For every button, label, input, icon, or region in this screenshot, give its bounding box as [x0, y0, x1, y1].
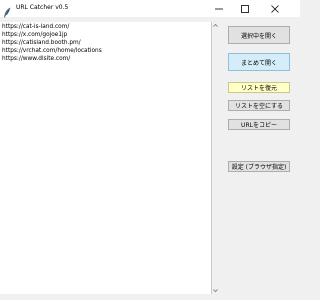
- open-all-button[interactable]: まとめて開く: [228, 53, 290, 71]
- close-icon: [271, 4, 279, 13]
- app-window: URL Catcher v0.5 https://cat-is-land.com…: [0, 0, 300, 300]
- list-item[interactable]: https://cat-is-land.com/: [2, 23, 69, 31]
- minimize-icon: [215, 8, 223, 9]
- copy-urls-button[interactable]: URLをコピー: [228, 119, 290, 130]
- scroll-down-arrow-icon[interactable]: [212, 287, 219, 294]
- list-item[interactable]: https://vrchat.com/home/locations: [2, 47, 102, 55]
- maximize-button[interactable]: [232, 0, 258, 17]
- maximize-icon: [241, 4, 249, 13]
- restore-list-button[interactable]: リストを復元: [228, 82, 290, 93]
- settings-button[interactable]: 設定 (ブラウザ指定): [228, 161, 290, 172]
- title-bar[interactable]: URL Catcher v0.5: [0, 0, 300, 18]
- feather-icon: [3, 3, 12, 18]
- url-listbox[interactable]: https://cat-is-land.com/ https://x.com/g…: [0, 22, 212, 294]
- vertical-scrollbar[interactable]: [212, 22, 219, 294]
- minimize-button[interactable]: [206, 0, 232, 17]
- close-button[interactable]: [262, 0, 288, 17]
- list-item[interactable]: https://x.com/gojoe1jp: [2, 31, 67, 39]
- open-selected-button[interactable]: 選択中を開く: [228, 26, 290, 44]
- scroll-up-arrow-icon[interactable]: [212, 22, 219, 29]
- window-title: URL Catcher v0.5: [16, 4, 69, 11]
- list-item[interactable]: https://catisland.booth.pm/: [2, 39, 81, 47]
- clear-list-button[interactable]: リストを空にする: [228, 100, 290, 111]
- list-item[interactable]: https://www.dlsite.com/: [2, 55, 70, 63]
